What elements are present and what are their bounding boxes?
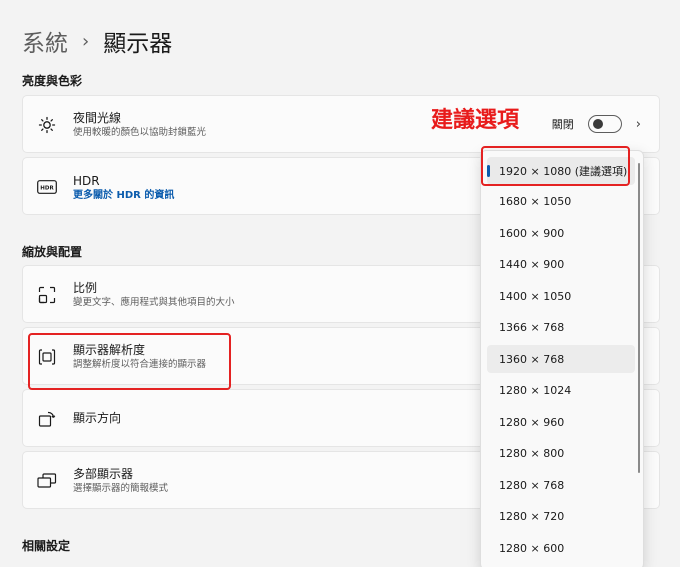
resolution-option[interactable]: 1440 × 900 (487, 250, 635, 278)
resolution-option[interactable]: 1280 × 800 (487, 439, 635, 467)
resolution-subtitle: 調整解析度以符合連接的顯示器 (73, 359, 207, 370)
resolution-title: 顯示器解析度 (73, 343, 146, 357)
multi-display-title: 多部顯示器 (73, 467, 134, 481)
night-light-card[interactable]: 夜間光線 使用較暖的顏色以協助封鎖藍光 關閉 › (22, 95, 660, 153)
svg-text:HDR: HDR (40, 186, 54, 192)
resolution-option[interactable]: 1366 × 768 (487, 313, 635, 341)
resolution-option[interactable]: 1400 × 1050 (487, 282, 635, 310)
resolution-icon (37, 347, 57, 367)
chevron-right-icon[interactable]: › (636, 117, 641, 132)
display-orientation-icon (37, 409, 57, 429)
orientation-title: 顯示方向 (73, 411, 122, 425)
breadcrumb-system[interactable]: 系統 (22, 24, 68, 58)
night-light-state: 關閉 (551, 118, 574, 131)
section-title-brightness-color: 亮度與色彩 (22, 74, 83, 88)
night-light-title: 夜間光線 (73, 111, 122, 125)
hdr-icon: HDR (37, 177, 57, 197)
brightness-icon (37, 115, 57, 135)
resolution-option[interactable]: 1360 × 768 (487, 345, 635, 373)
breadcrumb: 系統 › 顯示器 (22, 24, 172, 58)
resolution-option[interactable]: 1280 × 720 (487, 502, 635, 530)
scale-subtitle: 變更文字、應用程式與其他項目的大小 (73, 297, 235, 308)
dropdown-scrollbar[interactable] (638, 163, 640, 473)
night-light-toggle[interactable] (587, 115, 622, 133)
breadcrumb-separator-icon: › (82, 30, 90, 52)
hdr-info-link[interactable]: 更多關於 HDR 的資訊 (73, 189, 174, 203)
resolution-option[interactable]: 1920 × 1080 (建議選項) (487, 157, 635, 185)
resolution-option[interactable]: 1680 × 1050 (487, 187, 635, 215)
resolution-option[interactable]: 1280 × 1024 (487, 376, 635, 404)
multi-display-subtitle: 選擇顯示器的簡報模式 (73, 483, 169, 494)
selected-indicator (487, 165, 490, 177)
scale-icon (37, 285, 57, 305)
page-title: 顯示器 (103, 31, 173, 57)
night-light-subtitle: 使用較暖的顏色以協助封鎖藍光 (73, 127, 207, 138)
multi-display-icon (37, 471, 57, 491)
resolution-option[interactable]: 1600 × 900 (487, 219, 635, 247)
resolution-option[interactable]: 1280 × 960 (487, 408, 635, 436)
resolution-option[interactable]: 1280 × 600 (487, 534, 635, 562)
resolution-option[interactable]: 1280 × 768 (487, 471, 635, 499)
annotation-label: 建議選項 (431, 108, 520, 133)
section-title-related: 相關設定 (22, 539, 71, 553)
section-title-scale-layout: 縮放與配置 (22, 245, 83, 259)
resolution-dropdown[interactable]: 1920 × 1080 (建議選項) 1680 × 1050 1600 × 90… (480, 150, 644, 567)
hdr-title: HDR (73, 174, 100, 188)
scale-title: 比例 (73, 281, 98, 295)
